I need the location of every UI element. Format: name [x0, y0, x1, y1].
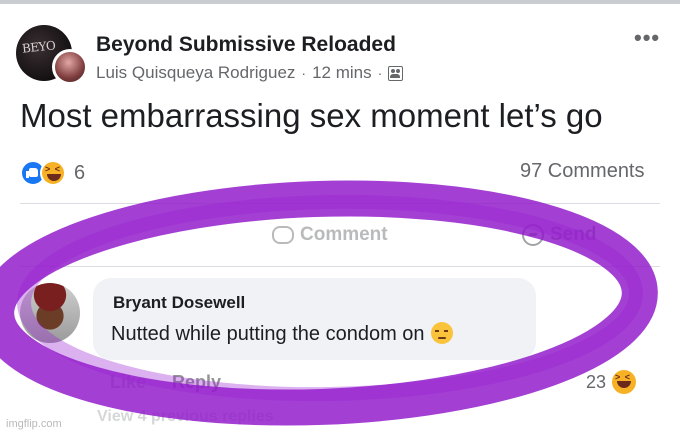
watermark: imgflip.com [6, 418, 62, 430]
meta-separator: · [377, 65, 383, 81]
comment-reply-button[interactable]: Reply [172, 372, 221, 393]
group-name[interactable]: Beyond Submissive Reloaded [96, 33, 396, 57]
divider [20, 266, 660, 267]
group-privacy-icon [388, 65, 404, 81]
reaction-count: 6 [74, 161, 86, 184]
send-button-label: Send [550, 224, 597, 245]
author-name[interactable]: Luis Quisqueya Rodriguez [96, 63, 295, 83]
top-bar [0, 0, 680, 4]
pensive-emoji-icon [430, 322, 453, 344]
post-avatar-group[interactable]: BEYO [16, 25, 88, 87]
haha-icon [40, 160, 66, 186]
comment-like-button[interactable]: Like [110, 372, 146, 393]
comment-icon [272, 226, 294, 244]
comment-footer: Like Reply [110, 372, 221, 393]
group-avatar-text: BEYO [21, 38, 56, 56]
send-button[interactable]: Send [522, 224, 596, 246]
more-options-icon[interactable]: ••• [634, 25, 660, 51]
action-bar: Comment Send [0, 224, 680, 248]
comment-button-label: Comment [300, 224, 388, 245]
reaction-summary[interactable]: 6 [20, 160, 85, 186]
commenter-name[interactable]: Bryant Dosewell [113, 293, 245, 313]
post-text: Most embarrassing sex moment let’s go [20, 97, 603, 134]
view-previous-replies-link[interactable]: View 4 previous replies [97, 408, 274, 426]
haha-icon [612, 370, 637, 394]
post-time[interactable]: 12 mins [312, 63, 372, 83]
comment-reactions[interactable]: 23 [586, 370, 637, 394]
commenter-avatar[interactable] [20, 283, 80, 343]
meta-separator: · [301, 65, 307, 81]
author-avatar[interactable] [52, 49, 88, 85]
comment-button[interactable]: Comment [272, 224, 388, 246]
comments-count-link[interactable]: 97 Comments [520, 160, 645, 183]
comment-bubble[interactable]: Bryant Dosewell Nutted while putting the… [93, 278, 536, 360]
comment-reaction-count: 23 [586, 371, 607, 392]
post-meta: Luis Quisqueya Rodriguez · 12 mins · [96, 63, 404, 83]
divider [20, 203, 660, 204]
comment-text-body: Nutted while putting the condom on [111, 323, 425, 345]
comment-text: Nutted while putting the condom on [111, 322, 453, 346]
send-icon [522, 224, 544, 246]
